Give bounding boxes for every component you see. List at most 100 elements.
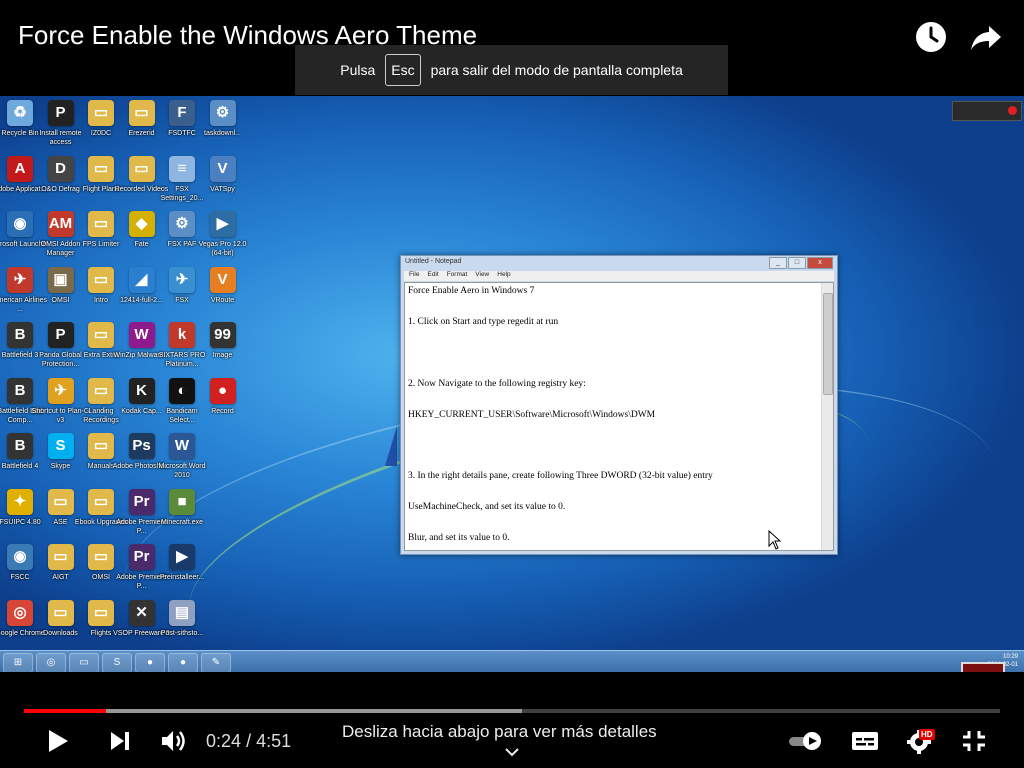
swipe-hint[interactable]: Desliza hacia abajo para ver más detalle… [342,722,657,742]
app-icon: ⚙ [209,100,236,126]
chrome-icon: ◎ [7,599,33,626]
desktop-icon[interactable]: ▤ Post-sithsto... [153,599,211,638]
chevron-down-icon[interactable] [505,744,519,760]
desktop-icon[interactable]: ⚙ taskdownl... [194,100,252,138]
window-controls: _ □ x [769,257,833,269]
desktop-icon-label: Preinstalleer... [159,574,205,581]
desktop-icon[interactable]: V VATSpy [194,155,252,194]
skype-icon: S [47,433,74,459]
app-icon: 99 [209,322,236,348]
explorer-icon[interactable]: ▭ [69,653,99,672]
defrag-icon: D [47,155,74,182]
winzip-icon: W [128,322,155,348]
desktop-icon[interactable]: W Microsoft Word 2010 [153,433,211,480]
volume-icon[interactable] [160,728,188,754]
menu-edit[interactable]: Edit [427,271,438,281]
desktop-icon[interactable]: 99 Image [194,322,252,360]
am-icon: AM [47,211,74,237]
desktop-icon[interactable]: V VRoute [194,266,252,305]
clock-time: 10:29 [1002,654,1018,660]
desktop-icon[interactable]: ■ Minecraft.exe [153,488,211,527]
recycle-bin-icon: ♻ [7,100,33,126]
desktop-icon-label: VATSpy [210,185,235,193]
exit-fullscreen-icon[interactable] [960,728,988,754]
desktop-icon[interactable]: ▶ Vegas Pro 12.0 (64-bit) [194,211,252,258]
desktop-icon-label: taskdownl... [204,130,241,137]
skype-icon[interactable]: S [102,653,132,672]
menu-help[interactable]: Help [497,271,510,281]
folder-icon: ▭ [88,322,114,348]
photoshop-icon: Ps [128,433,155,459]
next-button[interactable] [108,728,132,754]
fsx-icon: ✈ [169,266,195,293]
menu-view[interactable]: View [475,271,489,281]
folder-icon: ▭ [88,100,114,126]
video-frame[interactable]: ♻ Recycle Bin P Install remote access ▭ IZ0DC… [0,96,1024,672]
notepad-text-area[interactable]: Force Enable Aero in Windows 7 1. Click … [404,282,834,551]
desktop-icon-label: Vegas Pro 12.0 (64-bit) [198,241,247,257]
watch-later-icon[interactable] [914,20,948,54]
globe-icon: ◉ [7,544,33,570]
app-icon: k [169,322,195,348]
folder-icon: ▭ [88,211,114,237]
wallpaper-logo-shape [385,426,397,466]
folder-icon: ▭ [88,599,114,626]
menu-file[interactable]: File [409,271,419,281]
esc-prefix: Pulsa [340,62,376,78]
minimize-button[interactable]: _ [769,257,787,269]
esc-key-label: Esc [385,54,421,86]
folder-icon: ▭ [47,544,74,570]
scrollbar-thumb[interactable] [823,293,833,395]
record-icon[interactable]: ● [168,653,198,672]
adobe-icon: A [7,155,33,182]
time-separator: / [246,731,252,751]
play-button[interactable] [46,728,70,754]
app-icon: ⚙ [169,211,195,237]
text-line [408,348,819,358]
share-icon[interactable] [969,20,1003,54]
autoplay-toggle[interactable] [788,731,824,757]
document-icon: ≡ [169,155,195,182]
notepad-scrollbar[interactable] [821,283,833,550]
app-icon: F [169,100,195,126]
total-time: 4:51 [256,731,292,751]
text-line: HKEY_CURRENT_USER\Software\Microsoft\Win… [408,409,656,420]
notepad-menu-bar: File Edit Format View Help [404,271,834,281]
game-icon: B [7,322,33,348]
start-orb-icon[interactable]: ⊞ [3,653,33,672]
close-button[interactable]: x [807,257,833,269]
desktop-icon[interactable]: ● Record [194,377,252,416]
app-icon[interactable]: ● [135,653,165,672]
folder-icon: ▭ [88,433,114,459]
folder-icon: ▭ [47,488,74,515]
bus-icon: ▣ [47,266,74,293]
desktop-icon[interactable]: ▶ Preinstalleer... [153,544,211,582]
app-icon: ◆ [128,211,155,237]
app-icon: ✦ [7,488,33,515]
text-line [408,440,819,450]
notepad-icon[interactable]: ✎ [201,653,231,672]
played-bar [24,709,106,713]
menu-format[interactable]: Format [447,271,468,281]
premiere-icon: Pr [128,544,155,570]
notepad-title: Untitled - Notepad [405,258,462,265]
app-icon: V [209,266,236,293]
progress-bar[interactable] [24,709,1000,713]
desktop-icon-label: Image [212,352,233,359]
esc-suffix: para salir del modo de pantalla completa [430,62,683,78]
image-icon: ◢ [128,266,155,293]
recorder-overlay [952,101,1022,121]
game-icon: B [7,433,33,459]
notepad-window[interactable]: Untitled - Notepad _ □ x File Edit Forma… [400,255,838,555]
airline-icon: ✈ [7,266,33,293]
chrome-icon[interactable]: ◎ [36,653,66,672]
subtitles-icon[interactable] [850,728,880,754]
maximize-button[interactable]: □ [788,257,806,269]
vegas-icon: ▶ [209,211,236,237]
folder-icon: ▭ [88,155,114,182]
text-line: 3. In the right details pane, create fol… [408,471,713,482]
minecraft-icon: ■ [169,488,195,515]
text-line: 1. Click on Start and type regedit at ru… [408,316,559,327]
folder-icon: ▭ [128,100,155,126]
folder-icon: ▭ [128,155,155,182]
